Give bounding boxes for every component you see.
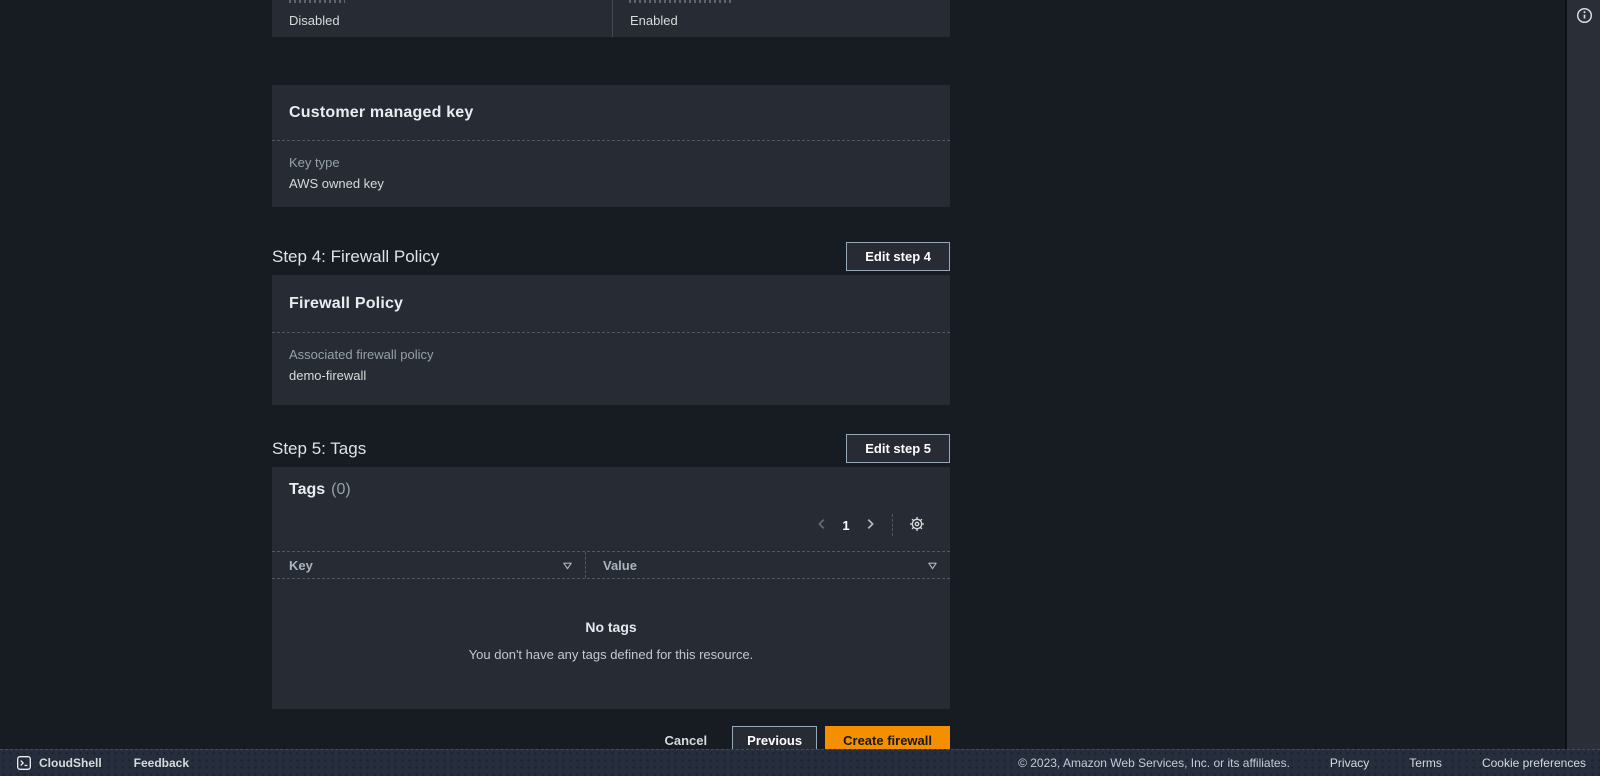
cookie-preferences-link[interactable]: Cookie preferences	[1482, 756, 1586, 770]
terms-link[interactable]: Terms	[1409, 756, 1442, 770]
field-value: Disabled	[272, 0, 613, 37]
copyright-text: © 2023, Amazon Web Services, Inc. or its…	[1018, 756, 1290, 770]
field-label: Key type	[289, 155, 933, 170]
info-icon	[1576, 7, 1593, 27]
panel-body: Key type AWS owned key	[272, 141, 950, 205]
field-label: Associated firewall policy	[289, 347, 933, 362]
step4-section-row: Step 4: Firewall Policy Edit step 4	[272, 242, 950, 271]
field-value: AWS owned key	[289, 176, 933, 191]
tags-panel-header: Tags (0) 1	[272, 467, 950, 551]
tags-title: Tags	[289, 481, 325, 499]
pagination-next-button[interactable]	[856, 511, 884, 539]
edit-step4-button[interactable]: Edit step 4	[846, 242, 950, 271]
gear-icon	[908, 515, 926, 536]
help-panel-strip	[1565, 0, 1600, 749]
toolbar-divider	[892, 514, 893, 536]
chevron-left-icon	[815, 517, 829, 534]
firewall-policy-panel: Firewall Policy Associated firewall poli…	[272, 275, 950, 405]
field-value: Enabled	[613, 0, 678, 37]
column-label: Key	[289, 558, 313, 573]
field-value: demo-firewall	[289, 368, 933, 383]
tags-empty-state: No tags You don't have any tags defined …	[272, 579, 950, 709]
step5-section-row: Step 5: Tags Edit step 5	[272, 434, 950, 463]
pagination-prev-button[interactable]	[808, 511, 836, 539]
info-button[interactable]	[1575, 7, 1594, 26]
table-preferences-button[interactable]	[903, 511, 931, 539]
edit-step5-button[interactable]: Edit step 5	[846, 434, 950, 463]
scrolled-panel-partial: Disabled Enabled	[272, 0, 950, 37]
tags-toolbar: 1	[289, 499, 933, 551]
panel-body: Associated firewall policy demo-firewall	[272, 333, 950, 397]
cloudshell-button[interactable]: CloudShell	[17, 756, 102, 770]
column-label: Value	[603, 558, 637, 573]
panel-header: Firewall Policy	[272, 275, 950, 333]
review-page: Disabled Enabled Customer managed key Ke…	[0, 0, 1600, 776]
console-footer: CloudShell Feedback © 2023, Amazon Web S…	[0, 749, 1600, 776]
panel-header: Customer managed key	[272, 85, 950, 141]
review-content-column: Disabled Enabled Customer managed key Ke…	[272, 0, 950, 755]
tags-table-header: Key Value	[272, 551, 950, 579]
panel-title: Firewall Policy	[289, 295, 403, 313]
pagination-page-1[interactable]: 1	[836, 518, 856, 533]
empty-state-title: No tags	[585, 619, 636, 635]
column-header-key: Key	[272, 552, 586, 578]
panel-title: Customer managed key	[289, 104, 474, 122]
cutoff-label-right	[629, 0, 733, 3]
sort-caret-icon[interactable]	[562, 560, 573, 571]
feedback-button[interactable]: Feedback	[134, 756, 189, 770]
cutoff-label-left	[289, 0, 345, 3]
column-header-value: Value	[586, 552, 950, 578]
chevron-right-icon	[863, 517, 877, 534]
empty-state-message: You don't have any tags defined for this…	[469, 647, 754, 662]
tags-panel: Tags (0) 1	[272, 467, 950, 709]
step5-heading: Step 5: Tags	[272, 439, 366, 459]
cloudshell-label: CloudShell	[39, 756, 102, 770]
customer-managed-key-panel: Customer managed key Key type AWS owned …	[272, 85, 950, 207]
sort-caret-icon[interactable]	[927, 560, 938, 571]
privacy-link[interactable]: Privacy	[1330, 756, 1369, 770]
step4-heading: Step 4: Firewall Policy	[272, 247, 439, 267]
tags-count: (0)	[331, 481, 351, 499]
cancel-button[interactable]: Cancel	[664, 733, 707, 748]
cloudshell-icon	[17, 756, 31, 770]
